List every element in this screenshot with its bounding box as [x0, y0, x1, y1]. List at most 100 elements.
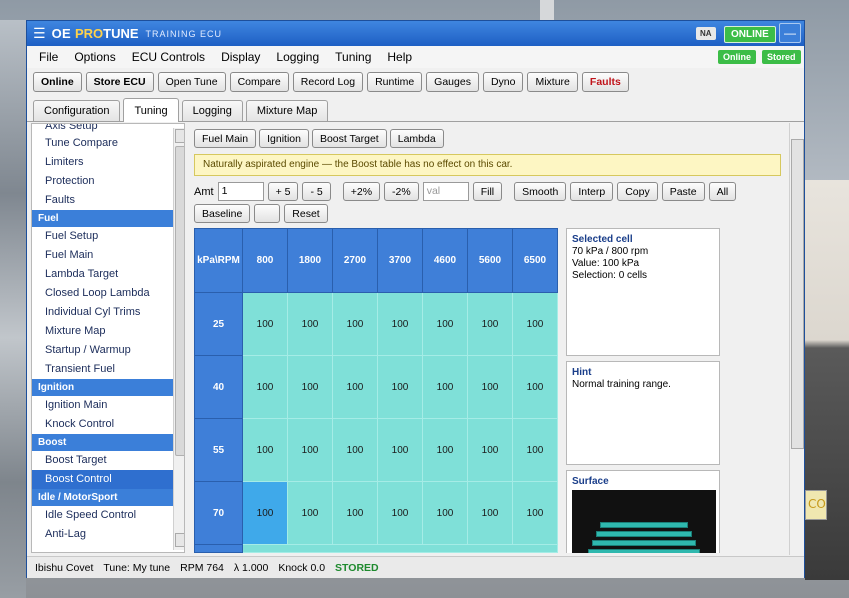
table-cell[interactable]: 100 [242, 418, 288, 482]
table-cell[interactable]: 100 [242, 355, 288, 419]
interp-button[interactable]: Interp [570, 182, 614, 201]
minimize-button[interactable]: — [779, 23, 801, 43]
faults-button[interactable]: Faults [581, 72, 629, 92]
table-cell[interactable]: 100 [422, 292, 468, 356]
sidebar-item-closed-loop-lambda[interactable]: Closed Loop Lambda [32, 284, 184, 303]
paste-button[interactable]: Paste [661, 182, 705, 201]
menu-file[interactable]: File [31, 50, 66, 64]
sidebar-item-lambda-target[interactable]: Lambda Target [32, 265, 184, 284]
toolbar: Online Store ECU Open Tune Compare Recor… [27, 68, 804, 96]
reset-button[interactable]: Reset [284, 204, 328, 223]
table-cell[interactable]: 100 [467, 355, 513, 419]
table-cell[interactable]: 100 [467, 418, 513, 482]
store-ecu-button[interactable]: Store ECU [85, 72, 154, 92]
dyno-button[interactable]: Dyno [482, 72, 524, 92]
status-rpm: RPM 764 [180, 561, 224, 574]
menu-ecu-controls[interactable]: ECU Controls [124, 50, 213, 64]
tab-configuration[interactable]: Configuration [33, 100, 121, 121]
sidebar-item-ignition-main[interactable]: Ignition Main [32, 396, 184, 415]
hamburger-icon[interactable]: ☰ [33, 26, 46, 42]
table-cell-selected[interactable]: 100 [242, 481, 288, 545]
baseline-button[interactable]: Baseline [194, 204, 251, 223]
sidebar-item-startup-warmup[interactable]: Startup / Warmup [32, 341, 184, 360]
table-cell[interactable] [242, 544, 558, 553]
sidebar-item-protection[interactable]: Protection [32, 172, 184, 191]
subtab-fuel-main[interactable]: Fuel Main [194, 129, 257, 148]
sidebar-item-fuel-setup[interactable]: Fuel Setup [32, 227, 184, 246]
amt-input[interactable]: 1 [217, 182, 264, 201]
fill-button[interactable]: Fill [472, 182, 503, 201]
table-cell[interactable]: 100 [287, 481, 333, 545]
gauges-button[interactable]: Gauges [426, 72, 479, 92]
tab-mixture-map[interactable]: Mixture Map [245, 100, 329, 121]
sidebar-scroll-thumb[interactable] [175, 146, 184, 456]
table-cell[interactable]: 100 [377, 292, 423, 356]
menu-options[interactable]: Options [66, 50, 123, 64]
subtab-boost-target[interactable]: Boost Target [311, 129, 387, 148]
main-scroll-thumb[interactable] [791, 139, 804, 449]
scroll-up-arrow[interactable] [175, 129, 184, 143]
table-cell[interactable]: 100 [287, 355, 333, 419]
sidebar-item-boost-control[interactable]: Boost Control [32, 470, 184, 489]
table-cell[interactable]: 100 [332, 292, 378, 356]
menu-tuning[interactable]: Tuning [327, 50, 379, 64]
menu-display[interactable]: Display [213, 50, 268, 64]
minus5-button[interactable]: - 5 [302, 182, 331, 201]
blank-button[interactable] [254, 204, 281, 223]
table-cell[interactable]: 100 [287, 418, 333, 482]
tab-tuning[interactable]: Tuning [123, 98, 179, 122]
table-cell[interactable]: 100 [422, 355, 468, 419]
sidebar-scrollbar[interactable] [173, 128, 184, 550]
smooth-button[interactable]: Smooth [514, 182, 567, 201]
table-cell[interactable]: 100 [377, 355, 423, 419]
menu-logging[interactable]: Logging [268, 50, 327, 64]
sidebar-item-limiters[interactable]: Limiters [32, 153, 184, 172]
sidebar-item-idle-speed-control[interactable]: Idle Speed Control [32, 506, 184, 525]
table-cell[interactable]: 100 [467, 481, 513, 545]
table-cell[interactable]: 100 [512, 418, 558, 482]
runtime-button[interactable]: Runtime [367, 72, 423, 92]
sidebar-item-transient-fuel[interactable]: Transient Fuel [32, 360, 184, 379]
table-cell[interactable]: 100 [422, 418, 468, 482]
table-cell[interactable]: 100 [332, 355, 378, 419]
sidebar-item-fuel-main[interactable]: Fuel Main [32, 246, 184, 265]
table-cell[interactable]: 100 [512, 292, 558, 356]
compare-button[interactable]: Compare [229, 72, 289, 92]
menu-help[interactable]: Help [379, 50, 420, 64]
table-cell[interactable]: 100 [287, 292, 333, 356]
online-button[interactable]: Online [33, 72, 82, 92]
sidebar-item-boost-target[interactable]: Boost Target [32, 451, 184, 470]
sidebar-item-anti-lag[interactable]: Anti-Lag [32, 525, 184, 544]
table-cell[interactable]: 100 [467, 292, 513, 356]
sidebar-item-faults[interactable]: Faults [32, 191, 184, 210]
subtab-ignition[interactable]: Ignition [259, 129, 309, 148]
plus5-button[interactable]: + 5 [267, 182, 299, 201]
sidebar-item-individual-cyl-trims[interactable]: Individual Cyl Trims [32, 303, 184, 322]
table-cell[interactable]: 100 [377, 481, 423, 545]
scroll-down-arrow[interactable] [175, 533, 184, 547]
table-cell[interactable]: 100 [332, 481, 378, 545]
open-tune-button[interactable]: Open Tune [157, 72, 226, 92]
record-log-button[interactable]: Record Log [292, 72, 364, 92]
surface-plot[interactable] [572, 490, 716, 553]
value-input[interactable]: val [422, 182, 469, 201]
copy-button[interactable]: Copy [617, 182, 658, 201]
table-cell[interactable]: 100 [512, 355, 558, 419]
sidebar-item-knock-control[interactable]: Knock Control [32, 415, 184, 434]
table-cell[interactable]: 100 [242, 292, 288, 356]
tab-logging[interactable]: Logging [181, 100, 243, 121]
main-scrollbar[interactable] [789, 123, 804, 555]
table-cell[interactable]: 100 [332, 418, 378, 482]
table-cell[interactable]: 100 [512, 481, 558, 545]
subtab-lambda[interactable]: Lambda [389, 129, 444, 148]
mixture-button[interactable]: Mixture [527, 72, 578, 92]
plus2pct-button[interactable]: +2% [342, 182, 381, 201]
surface-band [600, 522, 688, 528]
sidebar-item-axis-setup[interactable]: Axis Setup [32, 124, 184, 134]
sidebar-item-mixture-map[interactable]: Mixture Map [32, 322, 184, 341]
all-button[interactable]: All [708, 182, 737, 201]
table-cell[interactable]: 100 [377, 418, 423, 482]
table-cell[interactable]: 100 [422, 481, 468, 545]
sidebar-item-tune-compare[interactable]: Tune Compare [32, 134, 184, 153]
minus2pct-button[interactable]: -2% [384, 182, 419, 201]
